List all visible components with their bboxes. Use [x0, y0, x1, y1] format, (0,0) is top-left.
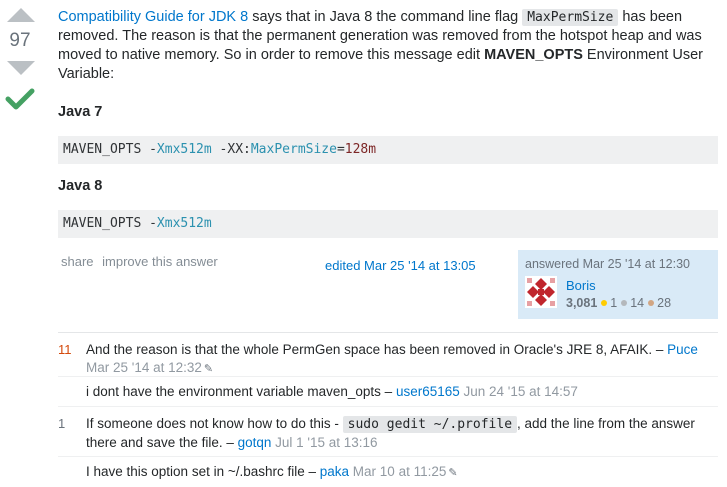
edited-link[interactable]: edited Mar 25 '14 at 13:05: [325, 258, 476, 273]
comment-user-link[interactable]: gotqn: [238, 435, 272, 450]
comment: 11 And the reason is that the whole Perm…: [58, 333, 718, 377]
java8-code-block: MAVEN_OPTS -Xmx512m: [58, 210, 718, 238]
comment-score: 1: [58, 416, 66, 431]
comment-body: I have this option set in ~/.bashrc file…: [86, 463, 718, 482]
java7-heading: Java 7: [58, 104, 103, 120]
inline-code-maxpermsize: MaxPermSize: [522, 9, 619, 26]
comment-body: i dont have the environment variable mav…: [86, 383, 718, 401]
code-token: Xmx512m: [156, 142, 212, 157]
code-token: 128m: [344, 142, 377, 157]
bronze-badge-count: 28: [657, 296, 672, 310]
comment: I have this option set in ~/.bashrc file…: [58, 457, 718, 487]
vote-column: 97: [0, 8, 40, 111]
silver-badge-count: 14: [630, 296, 645, 310]
comment: i dont have the environment variable mav…: [58, 377, 718, 407]
code-token: MAVEN_OPTS -: [63, 142, 157, 157]
comment-date: Jul 1 '15 at 13:16: [271, 435, 378, 450]
edited-pencil-icon: ✎: [203, 363, 214, 375]
bronze-badge-icon: [648, 300, 655, 306]
comment-text: I have this option set in ~/.bashrc file…: [86, 464, 320, 479]
code-token: MaxPermSize: [250, 142, 337, 157]
comment: 1 If someone does not know how to do thi…: [58, 407, 718, 457]
comment-date: Jun 24 '15 at 14:57: [459, 384, 578, 399]
compatibility-guide-link[interactable]: Compatibility Guide for JDK 8: [58, 9, 248, 25]
upvote-arrow-icon[interactable]: [6, 8, 35, 22]
user-avatar[interactable]: [525, 276, 557, 308]
post-menu: share improve this answer: [61, 254, 223, 269]
comment-date: Mar 10 at 11:25: [349, 464, 447, 479]
downvote-arrow-icon[interactable]: [6, 61, 35, 75]
comment-body: If someone does not know how to do this …: [86, 415, 718, 452]
comment-user-link[interactable]: paka: [320, 464, 349, 479]
comment-text: i dont have the environment variable mav…: [86, 384, 396, 399]
comment-date: Mar 25 '14 at 12:32: [86, 360, 202, 375]
maven-opts-bold: MAVEN_OPTS: [484, 47, 583, 63]
answer-body: Compatibility Guide for JDK 8 says that …: [58, 8, 721, 238]
code-token: MAVEN_OPTS -: [63, 216, 157, 231]
java7-code-block: MAVEN_OPTS -Xmx512m -XX:MaxPermSize=128m: [58, 136, 718, 164]
comment-user-link[interactable]: Puce: [667, 342, 698, 357]
user-name-link[interactable]: Boris: [566, 278, 596, 293]
java8-heading: Java 8: [58, 178, 103, 194]
gold-badge-count: 1: [610, 296, 618, 310]
comment-text: If someone does not know how to do this …: [86, 416, 343, 431]
answered-time: answered Mar 25 '14 at 12:30: [525, 257, 690, 271]
vote-count: 97: [9, 30, 31, 51]
intro-text: says that in Java 8 the command line fla…: [248, 9, 523, 25]
code-token: -XX:: [211, 142, 251, 157]
comment-user-link[interactable]: user65165: [396, 384, 460, 399]
user-reputation: 3,081 1 14 28: [566, 296, 671, 310]
improve-answer-link[interactable]: improve this answer: [102, 254, 218, 269]
share-link[interactable]: share: [61, 254, 94, 269]
inline-code-gedit: sudo gedit ~/.profile: [342, 416, 518, 433]
reputation-score: 3,081: [566, 296, 598, 310]
code-token: Xmx512m: [156, 216, 212, 231]
edited-pencil-icon: ✎: [448, 467, 458, 479]
user-card: answered Mar 25 '14 at 12:30 Boris 3,081…: [518, 250, 718, 319]
silver-badge-icon: [621, 300, 628, 306]
comment-body: And the reason is that the whole PermGen…: [86, 341, 718, 378]
comments-list: 11 And the reason is that the whole Perm…: [58, 332, 718, 487]
gold-badge-icon: [601, 300, 608, 306]
accepted-checkmark-icon: [5, 88, 35, 110]
answer-intro: Compatibility Guide for JDK 8 says that …: [58, 8, 721, 84]
code-token: =: [336, 142, 345, 157]
comment-text: And the reason is that the whole PermGen…: [86, 342, 668, 357]
comment-score: 11: [58, 342, 72, 357]
